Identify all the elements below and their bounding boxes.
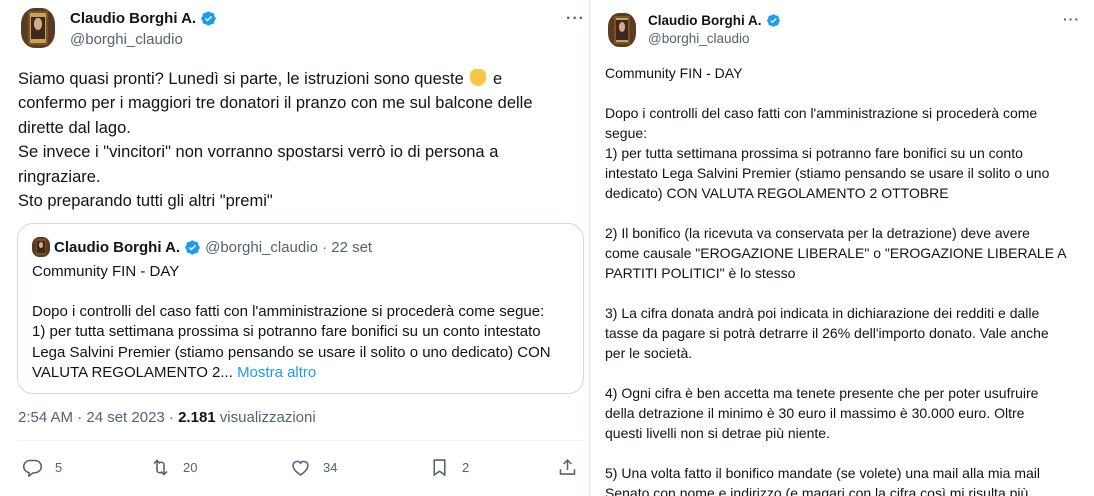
repost-button[interactable]: 20 [150,457,197,478]
tweet-line: come causale "EROGAZIONE LIBERALE" o "ER… [605,245,1067,261]
author-handle[interactable]: @borghi_claudio [70,31,183,48]
tweet-line: Community FIN - DAY [605,65,743,81]
divider [18,440,584,441]
tweet-line: Senato con nome e indirizzo (e magari co… [605,485,1029,496]
bookmark-count: 2 [462,460,470,475]
like-count: 34 [323,460,338,475]
tweet-line: segue: [605,125,648,141]
tweet-line: 1) per tutta settimana prossima si potra… [605,145,1023,161]
quoted-tweet-line: 1) per tutta settimana prossima si potra… [32,323,541,341]
tweet-line: Siamo quasi pronti? Lunedì si parte, le … [18,70,464,88]
tweet-timestamp-views: 2:54 AM · 24 set 2023 · 2.181 visualizza… [18,409,316,426]
tweet-line: tasse da pagare si potrà detrarre il 26%… [605,325,1049,341]
author-avatar[interactable] [608,13,636,47]
tweet-line: 4) Ogni cifra è ben accetta ma tenete pr… [605,385,1039,401]
repost-count: 20 [183,460,198,475]
tweet-line: 5) Una volta fatto il bonifico mandate (… [605,465,1040,481]
tweet-line: Dopo i controlli del caso fatti con l'am… [605,105,1038,121]
quoted-tweet-line: Lega Salvini Premier (stiamo pensando se… [32,343,551,361]
quoted-tweet-line: Dopo i controlli del caso fatti con l'am… [32,303,545,321]
reply-icon [22,459,43,478]
quoted-tweet[interactable]: Claudio Borghi A. @borghi_claudio · 22 s… [17,223,584,394]
tweet-line: 2) Il bonifico (la ricevuta va conservat… [605,225,1030,241]
tweet-line: per le società. [605,345,693,361]
tweet-line: dirette dal lago. [18,118,131,137]
tweet-line: Se invece i "vincitori" non vorranno spo… [18,143,499,162]
quoted-tweet-meta: @borghi_claudio · 22 set [205,238,373,256]
author-name-row[interactable]: Claudio Borghi A. [648,13,781,28]
views-label: visualizzazioni [215,409,316,426]
quoted-author-avatar [32,237,50,257]
tweet-line: dedicato) CON VALUTA REGOLAMENTO 2 OTTOB… [605,185,949,201]
bookmark-button[interactable]: 2 [429,457,469,478]
quoted-author-name: Claudio Borghi A. [54,238,181,256]
tweet-line: della detrazione il minimo è 30 euro il … [605,405,1025,421]
tweet-full-text: Community FIN - DAY Dopo i controlli del… [605,63,1075,496]
quoted-tweet-title: Community FIN - DAY [32,263,180,280]
tweet-timestamp[interactable]: 2:54 AM · 24 set 2023 · [18,409,178,426]
author-name-row[interactable]: Claudio Borghi A. [70,10,217,27]
tweet-line: Sto preparando tutti gli altri "premi" [18,192,273,211]
bookmark-icon [433,459,446,477]
share-icon [559,458,576,475]
share-button[interactable] [557,457,578,478]
verified-badge-icon [201,11,216,26]
tweet-line: confermo per i maggiori tre donatori il … [18,94,533,113]
like-button[interactable]: 34 [290,457,337,478]
tweet-text: Siamo quasi pronti? Lunedì si parte, le … [18,67,578,213]
author-handle[interactable]: @borghi_claudio [648,31,750,46]
pointing-down-emoji-icon [470,69,487,86]
quoted-tweet-line: VALUTA REGOLAMENTO 2... [32,363,233,381]
verified-badge-icon [185,240,200,254]
main-tweet: Claudio Borghi A. @borghi_claudio ··· Si… [0,0,600,496]
tweet-line: intestato Lega Salvini Premier (stiamo p… [605,165,1050,181]
tweet-line: e [492,70,503,88]
author-avatar[interactable] [21,8,55,48]
show-more-link[interactable]: Mostra altro [237,364,316,381]
heart-icon [292,460,309,476]
repost-icon [153,459,168,476]
tweet-actions: 5 20 34 2 [20,457,580,481]
reply-count: 5 [55,460,63,475]
author-name[interactable]: Claudio Borghi A. [648,13,762,28]
more-options-button[interactable]: ··· [566,10,585,28]
verified-badge-icon [766,14,780,27]
quoted-tweet-header: Claudio Borghi A. @borghi_claudio · 22 s… [32,237,372,257]
tweet-line: PARTITI POLITICI" è lo stesso [605,265,796,281]
tweet-line: questi livelli non si detrae più niente. [605,425,830,441]
views-count: 2.181 [178,409,216,426]
tweet-detail-panel: Claudio Borghi A. @borghi_claudio ··· Co… [590,0,1094,496]
more-options-button[interactable]: ··· [1063,11,1080,27]
reply-button[interactable]: 5 [22,457,62,478]
tweet-line: ringraziare. [18,167,101,186]
author-name[interactable]: Claudio Borghi A. [70,10,196,27]
quoted-tweet-body: Community FIN - DAY Dopo i controlli del… [32,262,577,383]
tweet-line: 3) La cifra donata andrà poi indicata in… [605,305,1040,321]
